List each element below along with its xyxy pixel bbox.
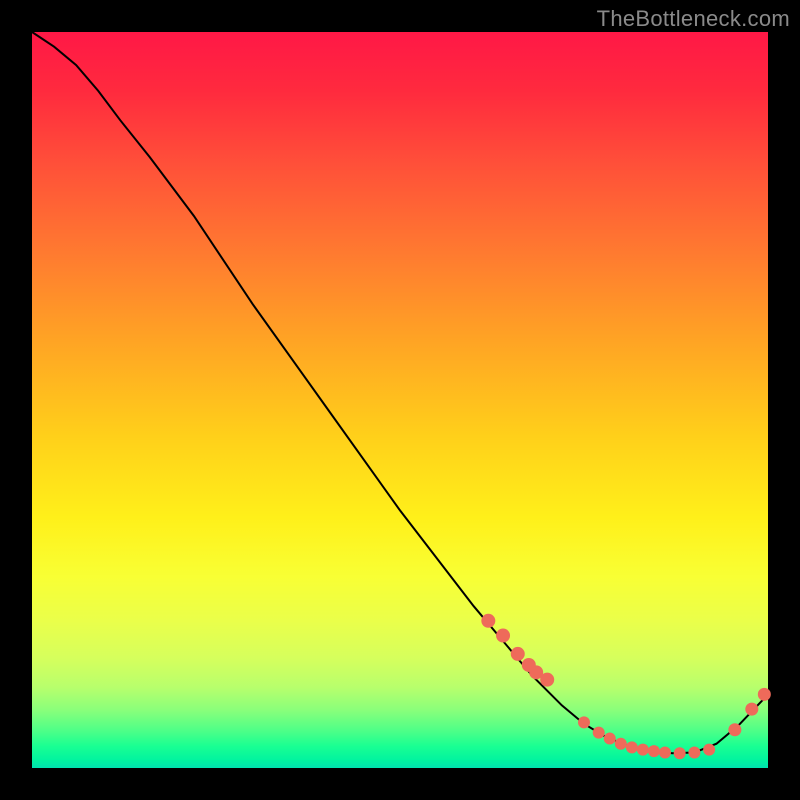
curve-path <box>32 32 768 753</box>
data-point <box>758 688 771 701</box>
data-point <box>703 744 715 756</box>
data-point <box>511 647 525 661</box>
points-group <box>481 614 771 759</box>
data-point <box>481 614 495 628</box>
data-point <box>496 629 510 643</box>
data-point <box>728 723 741 736</box>
data-point <box>745 703 758 716</box>
watermark-text: TheBottleneck.com <box>597 6 790 32</box>
data-point <box>578 716 590 728</box>
data-point <box>637 744 649 756</box>
chart-stage: TheBottleneck.com <box>0 0 800 800</box>
data-point <box>648 745 660 757</box>
data-point <box>674 747 686 759</box>
data-point <box>593 727 605 739</box>
data-point <box>688 747 700 759</box>
data-point <box>659 747 671 759</box>
plot-svg <box>32 32 768 768</box>
data-point <box>604 733 616 745</box>
plot-area <box>32 32 768 768</box>
data-point <box>626 741 638 753</box>
data-point <box>615 738 627 750</box>
data-point <box>540 673 554 687</box>
